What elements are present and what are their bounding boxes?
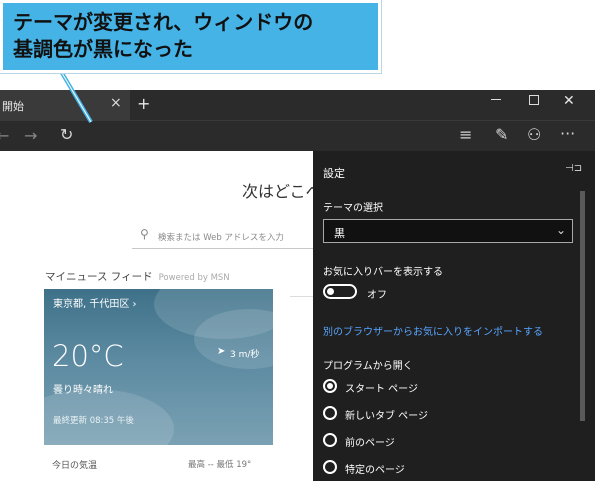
callout-line: テーマが変更され、ウィンドウの — [13, 10, 314, 34]
screenshot: 開始 × + ✕ ← → ↻ ≡ ✎ ⚇ ··· 次はどこへ ⚲ 検索または W… — [0, 0, 595, 481]
pointer-line-highlight — [61, 72, 92, 123]
callout-text: テーマが変更され、ウィンドウの 基調色が黒になった — [13, 9, 313, 63]
callout-box: テーマが変更され、ウィンドウの 基調色が黒になった — [0, 0, 381, 73]
callout-line: 基調色が黒になった — [13, 37, 193, 61]
